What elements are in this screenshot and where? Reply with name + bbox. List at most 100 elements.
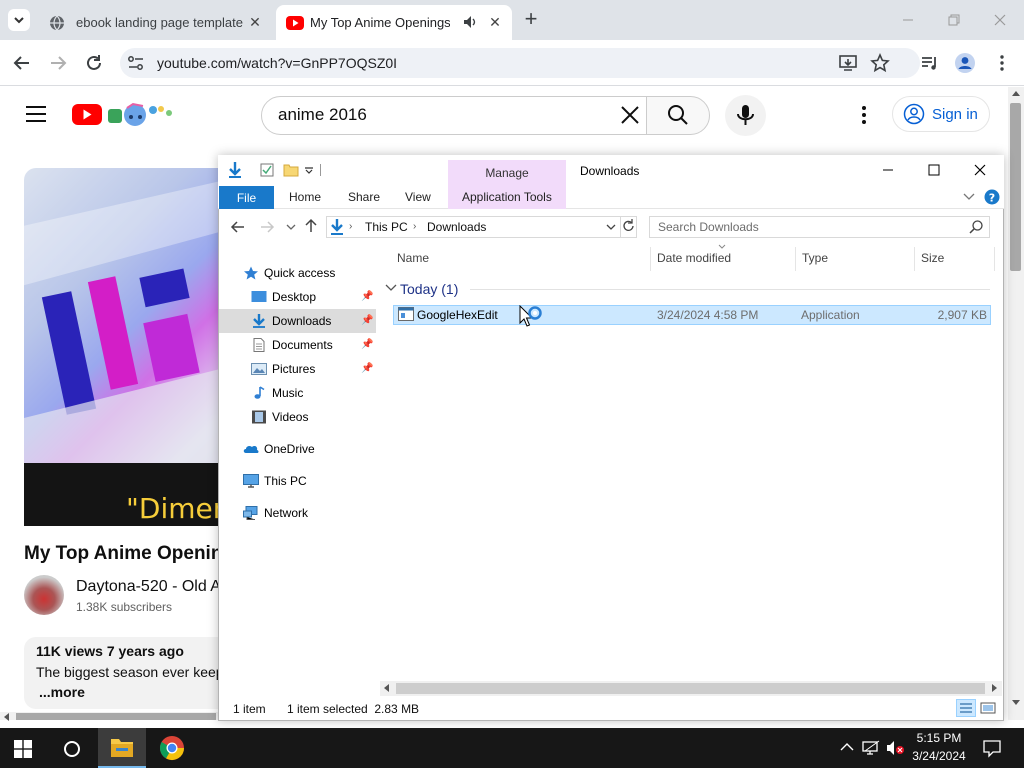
group-header-today[interactable]: Today (1)	[400, 281, 458, 297]
restore-browser-icon[interactable]	[944, 10, 964, 30]
column-separator[interactable]	[994, 247, 995, 271]
settings-dots-icon[interactable]	[854, 104, 874, 126]
tab-ebook-landing[interactable]: ebook landing page template ✕	[40, 5, 272, 40]
column-header-name[interactable]: Name	[397, 251, 429, 265]
browser-menu-icon[interactable]	[992, 53, 1012, 73]
large-icons-view-icon[interactable]	[980, 700, 996, 716]
sign-in-label: Sign in	[932, 105, 978, 123]
minimize-icon[interactable]	[878, 160, 898, 180]
taskbar-chrome[interactable]	[158, 734, 186, 762]
address-dropdown-icon[interactable]	[606, 223, 616, 231]
search-button[interactable]	[646, 96, 710, 135]
list-horizontal-thumb[interactable]	[396, 683, 985, 694]
voice-search-button[interactable]	[725, 95, 766, 136]
media-controls-icon[interactable]	[920, 53, 940, 73]
new-folder-icon[interactable]	[283, 163, 299, 177]
profile-avatar-icon[interactable]	[954, 52, 976, 74]
column-header-size[interactable]: Size	[921, 251, 944, 265]
help-icon[interactable]: ?	[984, 189, 1000, 205]
search-icon[interactable]	[968, 219, 984, 235]
close-tab-icon[interactable]: ✕	[246, 13, 264, 31]
nav-forward-icon[interactable]	[259, 219, 275, 235]
maximize-icon[interactable]	[924, 160, 944, 180]
nav-item-videos[interactable]: Videos	[251, 410, 308, 424]
tab-share[interactable]: Share	[348, 190, 380, 204]
properties-check-icon[interactable]	[260, 163, 274, 177]
nav-item-network[interactable]: Network	[243, 506, 308, 520]
audio-playing-icon[interactable]	[462, 14, 478, 30]
file-name[interactable]: GoogleHexEdit	[417, 308, 498, 322]
page-horizontal-thumb[interactable]	[16, 713, 216, 720]
minimize-browser-icon[interactable]	[898, 10, 918, 30]
youtube-logo[interactable]	[71, 100, 175, 130]
scroll-right-icon[interactable]	[992, 684, 997, 692]
column-separator[interactable]	[914, 247, 915, 271]
breadcrumb-sep-icon[interactable]: ›	[349, 221, 352, 232]
nav-item-this-pc[interactable]: This PC	[243, 474, 307, 488]
recent-locations-icon[interactable]	[286, 223, 296, 231]
nav-item-desktop[interactable]: Desktop	[251, 290, 316, 304]
refresh-icon[interactable]	[620, 217, 637, 237]
notifications-icon[interactable]	[982, 738, 1002, 758]
reload-button[interactable]	[84, 53, 104, 73]
site-info-icon[interactable]	[126, 54, 146, 72]
group-collapse-icon[interactable]	[385, 283, 397, 293]
tab-search-button[interactable]	[8, 9, 30, 31]
hamburger-menu-icon[interactable]	[25, 104, 47, 124]
nav-up-icon[interactable]	[303, 218, 319, 234]
nav-label: Quick access	[264, 266, 336, 280]
nav-item-quick-access[interactable]: Quick access	[243, 266, 335, 280]
scroll-left-icon[interactable]	[384, 684, 389, 692]
url-text[interactable]: youtube.com/watch?v=GnPP7OQSZ0I	[157, 55, 397, 71]
clock-date[interactable]: 3/24/2024	[904, 749, 974, 763]
tab-home[interactable]: Home	[289, 190, 321, 204]
tab-view[interactable]: View	[405, 190, 431, 204]
volume-muted-icon[interactable]	[886, 740, 906, 756]
close-browser-icon[interactable]	[990, 10, 1010, 30]
tab-application-tools[interactable]: Application Tools	[462, 190, 552, 204]
column-header-date[interactable]: Date modified	[657, 251, 731, 265]
channel-name[interactable]: Daytona-520 - Old A	[76, 578, 221, 596]
scroll-down-icon[interactable]	[1012, 700, 1020, 705]
details-view-icon[interactable]	[956, 699, 976, 717]
tab-file[interactable]: File	[219, 186, 274, 209]
column-header-type[interactable]: Type	[802, 251, 828, 265]
close-icon[interactable]	[970, 160, 990, 180]
breadcrumb-sep-icon[interactable]: ›	[413, 221, 416, 232]
channel-avatar[interactable]	[24, 575, 64, 615]
forward-button[interactable]	[48, 53, 68, 73]
show-more-link[interactable]: ...more	[39, 684, 85, 700]
cortana-search-icon[interactable]	[62, 739, 82, 759]
network-status-icon[interactable]	[862, 740, 880, 756]
customize-qat-icon[interactable]	[304, 166, 314, 174]
column-separator[interactable]	[650, 247, 651, 271]
windows-start-icon[interactable]	[14, 740, 32, 758]
taskbar-file-explorer[interactable]	[98, 728, 146, 768]
sort-indicator-icon	[718, 244, 726, 249]
quick-access-down-arrow-icon[interactable]	[227, 161, 243, 179]
tab-anime-openings[interactable]: My Top Anime Openings of ✕	[276, 5, 512, 40]
page-vertical-thumb[interactable]	[1010, 103, 1021, 271]
scroll-up-icon[interactable]	[1012, 91, 1020, 96]
clock-time[interactable]: 5:15 PM	[908, 731, 970, 745]
nav-item-pictures[interactable]: Pictures	[251, 362, 315, 376]
scroll-left-icon[interactable]	[4, 713, 9, 721]
column-separator[interactable]	[795, 247, 796, 271]
sign-in-button[interactable]: Sign in	[892, 96, 990, 132]
breadcrumb-this-pc[interactable]: This PC	[365, 220, 408, 234]
expand-ribbon-icon[interactable]	[963, 193, 975, 201]
new-tab-button[interactable]: +	[520, 8, 542, 31]
show-hidden-icons-icon[interactable]	[840, 742, 854, 752]
nav-item-onedrive[interactable]: OneDrive	[243, 442, 315, 456]
bookmark-star-icon[interactable]	[870, 53, 890, 73]
close-tab-icon[interactable]: ✕	[486, 13, 504, 31]
search-query-text[interactable]: anime 2016	[278, 105, 367, 125]
nav-back-icon[interactable]	[230, 219, 246, 235]
nav-item-documents[interactable]: Documents	[251, 338, 333, 352]
install-app-icon[interactable]	[838, 53, 858, 73]
nav-item-downloads[interactable]: Downloads	[251, 314, 331, 328]
back-button[interactable]	[12, 53, 32, 73]
clear-search-icon[interactable]	[619, 104, 641, 126]
nav-item-music[interactable]: Music	[251, 386, 303, 400]
breadcrumb-downloads[interactable]: Downloads	[427, 220, 486, 234]
